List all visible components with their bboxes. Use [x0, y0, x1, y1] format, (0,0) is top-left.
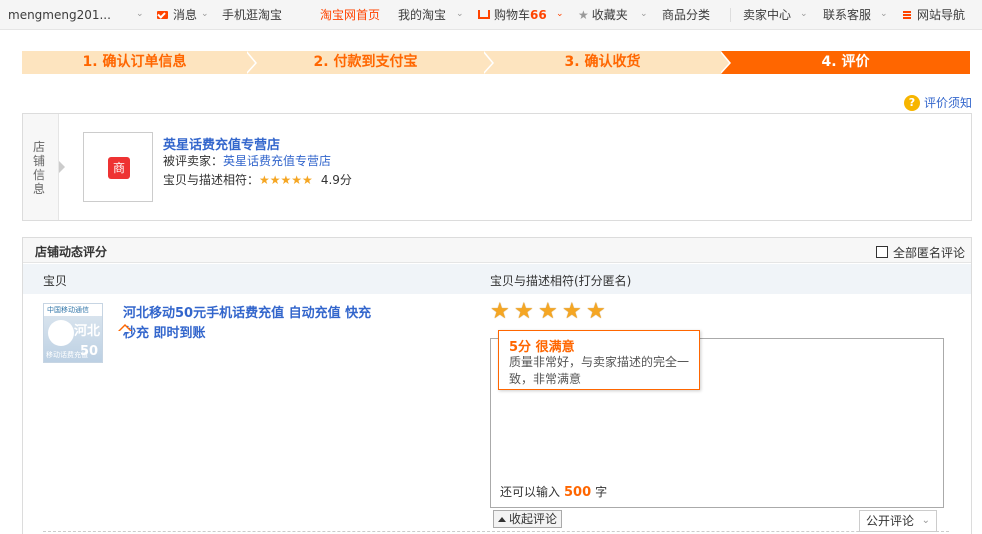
order-progress-steps: 1. 确认订单信息 2. 付款到支付宝 3. 确认收货 4. 评价 [22, 51, 970, 74]
cart-count: 66 [530, 8, 547, 22]
step-separator [482, 51, 492, 74]
arrow-right-icon [59, 161, 65, 173]
shop-dynamic-rating-panel: 店铺动态评分 全部匿名评论 宝贝 宝贝与描述相符(打分匿名) 中国移动通信 河北… [22, 237, 972, 534]
cart-link[interactable]: 购物车66 [478, 7, 547, 23]
messages-link[interactable]: 消息 [157, 7, 197, 23]
star-icon[interactable]: ★ [562, 301, 582, 323]
site-nav-link[interactable]: 网站导航 [903, 7, 965, 23]
remaining-chars: 还可以输入 500 字 [500, 485, 608, 500]
step-4: 4. 评价 [721, 51, 970, 74]
cart-icon [478, 10, 490, 19]
collapse-review-button[interactable]: 收起评论 [493, 510, 563, 528]
menu-icon [903, 11, 911, 19]
chevron-down-icon[interactable]: ⌄ [880, 7, 888, 21]
step-separator [245, 51, 255, 74]
column-match: 宝贝与描述相符(打分匿名) [490, 274, 632, 288]
shop-logo[interactable]: 商 [83, 132, 153, 202]
shop-name-link[interactable]: 英星话费充值专营店 [163, 134, 280, 153]
seller-link[interactable]: 英星话费充值专营店 [223, 154, 331, 168]
favorites-link[interactable]: ★ 收藏夹 [578, 7, 628, 23]
support-link[interactable]: 联系客服 [823, 7, 871, 23]
chevron-down-icon[interactable]: ⌄ [800, 7, 808, 21]
username-link[interactable]: mengmeng201... [8, 7, 111, 23]
chevron-down-icon[interactable]: ⌄ [136, 7, 144, 21]
rating-header: 店铺动态评分 全部匿名评论 [23, 238, 971, 263]
checkbox-icon[interactable] [875, 246, 888, 258]
item-thumbnail[interactable]: 中国移动通信 河北 移动话费充值 50 [43, 303, 103, 363]
question-icon: ? [903, 95, 920, 111]
chevron-down-icon[interactable]: ⌄ [556, 7, 564, 21]
star-icon[interactable]: ★ [586, 301, 606, 323]
tooltip-body: 质量非常好，与卖家描述的完全一致，非常满意 [509, 355, 690, 386]
tooltip-title: 5分 很满意 [509, 340, 575, 355]
item-title-link[interactable]: 河北移动50元手机话费充值 自动充值 快充 秒充 即时到账 [123, 304, 383, 344]
star-icon[interactable]: ★ [514, 301, 534, 323]
chevron-down-icon[interactable]: ⌄ [201, 7, 209, 21]
star-icon[interactable]: ★ [490, 301, 510, 323]
star-icon[interactable]: ★ [538, 301, 558, 323]
shop-match-score: 宝贝与描述相符：★★★★★ 4.9分 [163, 173, 352, 187]
shop-badge-icon: 商 [108, 157, 130, 179]
anonymous-checkbox[interactable]: 全部匿名评论 [875, 244, 965, 261]
china-mobile-logo-icon [48, 320, 74, 346]
divider [43, 531, 949, 532]
star-rating-input[interactable]: ★ ★ ★ ★ ★ [490, 301, 610, 326]
star-rating-icon: ★★★★★ [259, 173, 313, 187]
chevron-down-icon[interactable]: ⌄ [640, 7, 648, 21]
triangle-up-icon [498, 517, 506, 522]
rating-section-title: 店铺动态评分 [35, 245, 108, 259]
envelope-icon [157, 11, 168, 19]
tooltip-arrow [119, 326, 131, 332]
column-item: 宝贝 [43, 274, 68, 288]
top-nav-bar: mengmeng201... ⌄ 消息 ⌄ 手机逛淘宝 淘宝网首页 我的淘宝 ⌄… [0, 0, 982, 30]
rated-seller: 被评卖家：英星话费充值专营店 [163, 154, 332, 168]
shop-info-label: 店铺信息 [33, 140, 46, 196]
step-2: 2. 付款到支付宝 [247, 51, 484, 74]
shop-info-panel: 店铺信息 商 英星话费充值专营店 被评卖家：英星话费充值专营店 宝贝与描述相符：… [22, 113, 972, 221]
my-taobao-link[interactable]: 我的淘宝 [398, 7, 446, 23]
rating-column-headers: 宝贝 宝贝与描述相符(打分匿名) [23, 264, 971, 294]
chevron-down-icon[interactable]: ⌄ [456, 7, 464, 21]
step-separator [719, 51, 729, 74]
score-value: 4.9分 [320, 173, 352, 187]
chevron-down-icon: ⌄ [921, 515, 930, 526]
divider [730, 8, 731, 22]
shop-info-side: 店铺信息 [23, 114, 59, 220]
mobile-taobao-link[interactable]: 手机逛淘宝 [222, 7, 282, 23]
rating-guide-link[interactable]: ? 评价须知 [903, 95, 972, 111]
rating-tooltip: 5分 很满意 质量非常好，与卖家描述的完全一致，非常满意 [498, 330, 700, 390]
step-1: 1. 确认订单信息 [22, 51, 247, 74]
star-icon: ★ [578, 8, 589, 22]
categories-link[interactable]: 商品分类 [662, 7, 710, 23]
step-3: 3. 确认收货 [484, 51, 721, 74]
taobao-home-link[interactable]: 淘宝网首页 [320, 7, 380, 23]
seller-center-link[interactable]: 卖家中心 [743, 7, 791, 23]
visibility-select[interactable]: 公开评论 ⌄ [859, 510, 937, 532]
